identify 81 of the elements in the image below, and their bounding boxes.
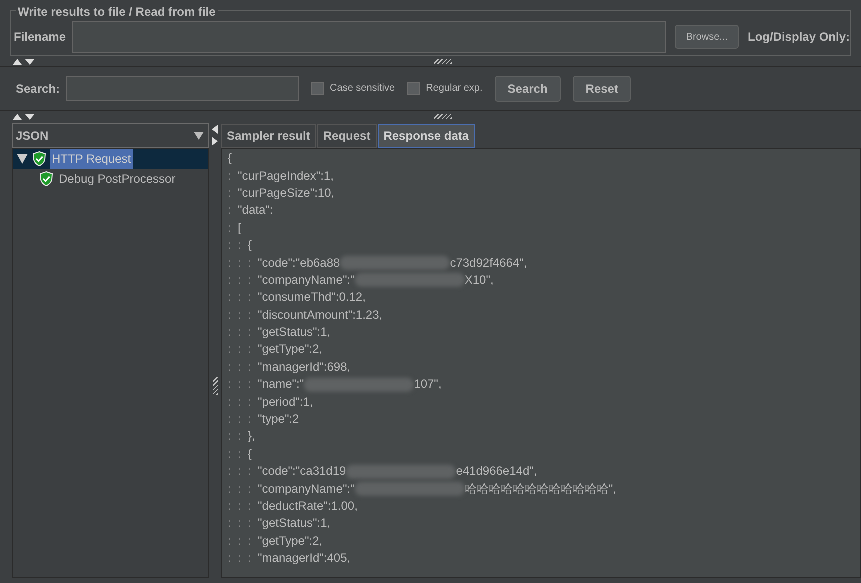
splitter-grip-icon[interactable]: [212, 377, 218, 395]
tab[interactable]: Sampler result: [221, 124, 316, 148]
indent-guide: : : :: [228, 341, 252, 358]
json-line: [: [238, 220, 242, 237]
indent-guide: : :: [228, 428, 242, 446]
indent-guide: : : :: [228, 480, 252, 498]
renderer-value: JSON: [15, 128, 49, 144]
indent-guide: :: [228, 168, 232, 185]
indent-guide: :: [228, 220, 232, 237]
indent-guide: : : :: [228, 289, 252, 306]
json-line: "deductRate":1.00,: [258, 498, 358, 515]
json-line: 哈哈哈哈哈哈哈哈哈哈哈哈",: [464, 480, 616, 498]
checkbox[interactable]: [407, 82, 420, 95]
indent-guide: : : :: [228, 498, 252, 515]
indent-guide: : :: [228, 237, 242, 254]
indent-guide: : : :: [228, 550, 252, 568]
tab[interactable]: Response data: [378, 124, 476, 148]
checkbox[interactable]: [311, 82, 324, 95]
browse-button[interactable]: Browse...: [675, 25, 739, 49]
json-line: c73d92f4664",: [450, 254, 528, 272]
tree-item[interactable]: Debug PostProcessor: [57, 169, 178, 189]
json-line: {: [248, 446, 252, 463]
json-line: "curPageSize":10,: [238, 184, 335, 202]
indent-guide: : : :: [228, 394, 252, 411]
checkbox-label: Case sensitive: [330, 82, 396, 96]
json-line: "managerId":405,: [258, 550, 351, 568]
tree-item[interactable]: HTTP Request: [50, 149, 134, 169]
json-line: "type":2: [258, 411, 300, 428]
indent-guide: : : :: [228, 411, 252, 428]
json-line: "getStatus":1,: [258, 515, 331, 532]
collapse-arrows-icon[interactable]: [12, 112, 36, 120]
indent-guide: : : :: [228, 306, 252, 324]
search-field[interactable]: [66, 76, 300, 101]
json-line: "curPageIndex":1,: [238, 168, 334, 185]
indent-guide: : : :: [228, 376, 252, 394]
json-line: "name":": [258, 376, 304, 394]
reset-button[interactable]: Reset: [572, 76, 632, 102]
splitter-grip-icon[interactable]: [434, 58, 452, 64]
log-display-label: Log/Display Only:: [748, 29, 850, 46]
json-line: 107",: [414, 376, 442, 394]
indent-guide: : : :: [228, 324, 252, 342]
tree-toggle-icon[interactable]: [17, 154, 28, 164]
indent-guide: :: [228, 184, 232, 202]
indent-guide: :: [228, 202, 232, 220]
indent-guide: : :: [228, 446, 242, 463]
json-line: "discountAmount":1.23,: [258, 306, 383, 324]
indent-guide: : : :: [228, 463, 252, 480]
collapse-arrows-icon[interactable]: [212, 125, 218, 147]
json-line: X10",: [464, 272, 494, 289]
json-line: },: [248, 428, 256, 446]
checkbox-label: Regular exp.: [426, 82, 483, 96]
indent-guide: : : :: [228, 272, 252, 289]
indent-guide: : : :: [228, 532, 252, 550]
search-button[interactable]: Search: [494, 76, 561, 102]
json-line: "getType":2,: [258, 341, 323, 358]
json-line: {: [248, 237, 252, 254]
splitter-grip-icon[interactable]: [434, 114, 452, 118]
caret-icon: [194, 132, 204, 140]
json-line: "companyName":": [258, 480, 355, 498]
json-line: "code":"eb6a88: [258, 254, 340, 272]
json-line: "getType":2,: [258, 532, 323, 550]
success-shield-icon: [32, 151, 47, 167]
indent-guide: : : :: [228, 358, 252, 376]
json-line: "getStatus":1,: [258, 324, 331, 342]
filename-label: Filename: [14, 29, 66, 46]
tab[interactable]: Request: [317, 124, 377, 148]
json-line: {: [228, 150, 232, 168]
renderer-dropdown[interactable]: JSON: [12, 123, 209, 148]
success-shield-icon: [39, 171, 54, 187]
json-line: "period":1,: [258, 394, 314, 411]
search-label: Search:: [16, 80, 60, 98]
filename-field[interactable]: [72, 21, 666, 53]
json-line: "data":: [238, 202, 274, 220]
json-line: "code":"ca31d19: [258, 463, 346, 480]
json-line: "consumeThd":0.12,: [258, 289, 366, 306]
json-line: e41d966e14d",: [456, 463, 538, 480]
indent-guide: : : :: [228, 515, 252, 532]
collapse-arrows-icon[interactable]: [12, 58, 36, 64]
json-line: "companyName":": [258, 272, 355, 289]
indent-guide: : : :: [228, 254, 252, 272]
json-line: "managerId":698,: [258, 358, 351, 376]
